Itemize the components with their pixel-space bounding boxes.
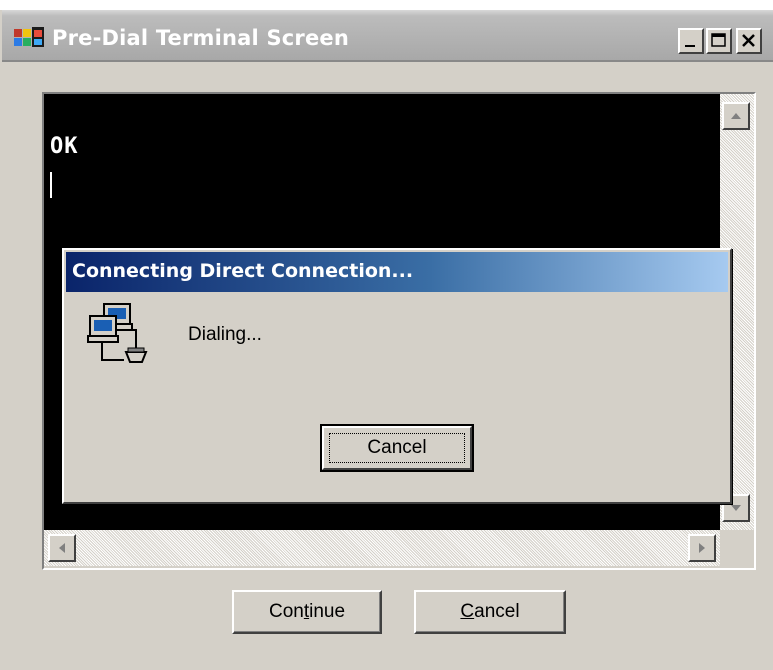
network-computers-icon <box>87 303 148 363</box>
continue-button[interactable]: Continue <box>232 590 382 634</box>
arrow-right-icon <box>699 543 705 553</box>
dialog-title: Connecting Direct Connection... <box>72 260 414 282</box>
continue-label: Continue <box>268 601 346 622</box>
window-titlebar[interactable]: Pre-Dial Terminal Screen <box>2 10 773 62</box>
close-icon <box>742 34 755 47</box>
cancel-label: Cancel <box>460 601 520 622</box>
dialog-cancel-button[interactable]: Cancel <box>320 424 474 472</box>
connecting-dialog: Connecting Direct Connection... Dialing.… <box>62 248 732 504</box>
terminal-window-icon <box>14 27 44 47</box>
cancel-button[interactable]: Cancel <box>414 590 566 634</box>
arrow-up-icon <box>731 113 741 119</box>
scroll-left-button[interactable] <box>48 534 76 562</box>
scroll-up-button[interactable] <box>722 102 750 130</box>
maximize-icon <box>711 33 726 47</box>
arrow-left-icon <box>59 543 65 553</box>
dialog-titlebar[interactable]: Connecting Direct Connection... <box>66 252 728 292</box>
maximize-button[interactable] <box>706 28 732 54</box>
text-cursor <box>50 172 52 198</box>
dialog-cancel-bevel: Cancel <box>322 426 472 470</box>
minimize-button[interactable] <box>678 28 704 54</box>
minimize-icon <box>685 45 695 47</box>
window-title: Pre-Dial Terminal Screen <box>52 26 350 50</box>
horizontal-scrollbar[interactable] <box>44 530 720 566</box>
scroll-right-button[interactable] <box>688 534 716 562</box>
dialog-status-text: Dialing... <box>188 324 262 345</box>
dialog-cancel-label: Cancel <box>367 437 427 458</box>
scroll-corner <box>720 530 754 566</box>
dialog-cancel-focus: Cancel <box>329 433 465 463</box>
close-button[interactable] <box>736 28 762 54</box>
terminal-line: OK <box>50 134 79 159</box>
